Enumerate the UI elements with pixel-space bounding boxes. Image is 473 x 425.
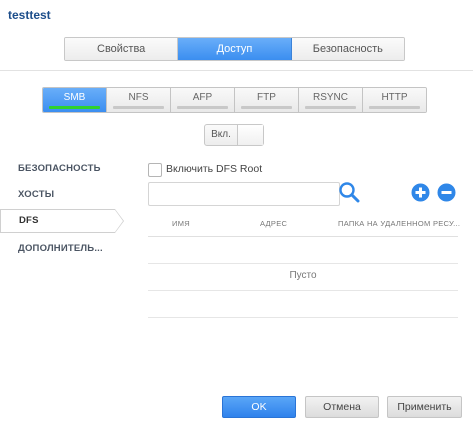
window-title: testtest — [8, 8, 51, 22]
divider — [0, 70, 473, 71]
selection-arrow-fill — [115, 210, 123, 232]
toggle-knob[interactable] — [238, 125, 263, 145]
apply-button[interactable]: Применить — [387, 396, 462, 418]
sidebar-item-label: DFS — [19, 215, 39, 226]
column-header-address[interactable]: АДРЕС — [260, 219, 287, 228]
protocol-tab-label: SMB — [63, 92, 86, 103]
column-header-name[interactable]: ИМЯ — [172, 219, 190, 228]
enable-dfs-label: Включить DFS Root — [166, 163, 263, 175]
tab-access[interactable]: Доступ — [178, 38, 292, 60]
status-indicator — [241, 106, 292, 109]
sidebar-item-security[interactable]: БЕЗОПАСНОСТЬ — [0, 156, 101, 182]
tab-properties[interactable]: Свойства — [65, 38, 179, 60]
cancel-button[interactable]: Отмена — [305, 396, 379, 418]
status-indicator — [49, 106, 100, 109]
table-row-divider — [148, 290, 458, 291]
main-tabs: Свойства Доступ Безопасность — [64, 37, 405, 61]
sidebar-item-hosts[interactable]: ХОСТЫ — [0, 182, 54, 208]
protocol-tab-label: FTP — [257, 92, 276, 103]
enable-toggle[interactable]: Вкл. — [204, 124, 264, 146]
table-row-divider — [148, 317, 458, 318]
protocol-tabs: SMB NFS AFP FTP RSYNC HTTP — [42, 87, 427, 113]
protocol-tab-rsync[interactable]: RSYNC — [299, 88, 363, 112]
toggle-label: Вкл. — [205, 125, 238, 145]
column-header-remote-folder[interactable]: ПАПКА НА УДАЛЕННОМ РЕСУ... — [338, 219, 460, 228]
protocol-tab-label: AFP — [192, 92, 213, 103]
protocol-tab-label: RSYNC — [312, 92, 348, 103]
protocol-tab-http[interactable]: HTTP — [363, 88, 426, 112]
protocol-tab-label: HTTP — [381, 92, 408, 103]
table-header: ИМЯ АДРЕС ПАПКА НА УДАЛЕННОМ РЕСУ... — [148, 212, 460, 237]
sidebar-item-advanced[interactable]: ДОПОЛНИТЕЛЬ... — [0, 236, 103, 262]
search-input[interactable] — [148, 182, 340, 206]
search-icon[interactable] — [338, 181, 360, 203]
status-indicator — [177, 106, 228, 109]
remove-icon[interactable] — [437, 183, 456, 202]
tab-security[interactable]: Безопасность — [291, 38, 404, 60]
enable-dfs-checkbox[interactable] — [148, 163, 162, 177]
status-indicator — [369, 106, 420, 109]
empty-table-text: Пусто — [289, 270, 317, 281]
protocol-tab-smb[interactable]: SMB — [43, 88, 107, 112]
sidebar-item-dfs[interactable]: DFS — [0, 209, 124, 233]
add-icon[interactable] — [411, 183, 430, 202]
protocol-tab-label: NFS — [128, 92, 149, 103]
protocol-tab-ftp[interactable]: FTP — [235, 88, 299, 112]
protocol-tab-nfs[interactable]: NFS — [107, 88, 171, 112]
ok-button[interactable]: OK — [222, 396, 296, 418]
status-indicator — [305, 106, 356, 109]
protocol-tab-afp[interactable]: AFP — [171, 88, 235, 112]
table-row-divider — [148, 263, 458, 264]
status-indicator — [113, 106, 164, 109]
